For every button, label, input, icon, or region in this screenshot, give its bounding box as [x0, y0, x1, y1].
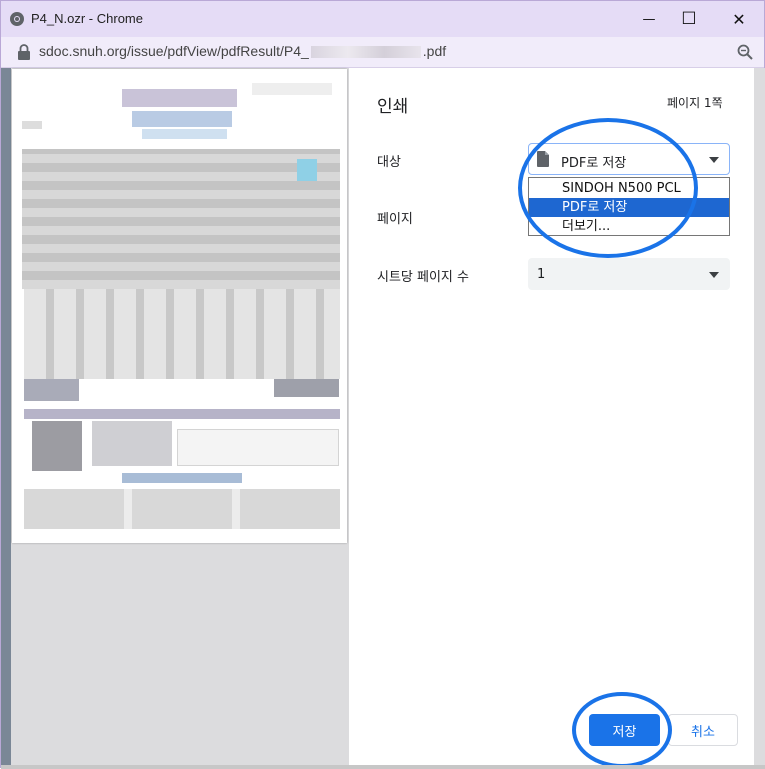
page-preview [12, 69, 347, 543]
url-redacted [310, 46, 421, 59]
cancel-button[interactable]: 취소 [668, 714, 738, 746]
page-count: 페이지 1쪽 [667, 96, 723, 110]
panel-scroll-gutter [754, 68, 765, 769]
pages-per-sheet-value: 1 [537, 267, 546, 282]
chrome-window: P4_N.ozr - Chrome — ☐ ✕ sdoc.snuh.org/is… [0, 0, 765, 769]
chevron-down-icon [709, 272, 719, 278]
chevron-down-icon [709, 157, 719, 163]
pages-label: 페이지 [377, 212, 413, 227]
chrome-icon [10, 12, 24, 26]
destination-option-selected[interactable]: PDF로 저장 [529, 198, 729, 217]
save-button[interactable]: 저장 [589, 714, 660, 746]
maximize-icon: ☐ [681, 9, 697, 29]
document-icon [537, 151, 549, 167]
lock-icon [18, 44, 30, 60]
url-prefix: sdoc.snuh.org/issue/pdfView/pdfResult/P4… [39, 43, 309, 59]
print-title: 인쇄 [377, 97, 409, 117]
address-bar[interactable]: sdoc.snuh.org/issue/pdfView/pdfResult/P4… [1, 37, 764, 68]
title-bar: P4_N.ozr - Chrome — ☐ ✕ [1, 1, 764, 37]
destination-label: 대상 [377, 155, 401, 170]
window-bottom-edge [1, 765, 765, 769]
destination-value: PDF로 저장 [561, 156, 627, 171]
close-icon: ✕ [732, 9, 746, 29]
minimize-icon: — [642, 11, 656, 27]
window-title: P4_N.ozr - Chrome [31, 11, 143, 26]
destination-dropdown: SINDOH N500 PCL PDF로 저장 더보기... [528, 177, 730, 236]
close-button[interactable]: ✕ [716, 1, 762, 37]
maximize-button[interactable]: ☐ [666, 1, 712, 37]
destination-option[interactable]: 더보기... [529, 217, 729, 236]
zoom-icon[interactable] [736, 43, 754, 61]
pages-per-sheet-label: 시트당 페이지 수 [377, 270, 469, 285]
background-window-strip [1, 68, 11, 769]
url-suffix: .pdf [422, 43, 447, 59]
destination-select[interactable]: PDF로 저장 [528, 143, 730, 175]
url-text: sdoc.snuh.org/issue/pdfView/pdfResult/P4… [39, 43, 446, 59]
pages-per-sheet-select[interactable]: 1 [528, 258, 730, 290]
destination-option[interactable]: SINDOH N500 PCL [529, 179, 729, 198]
